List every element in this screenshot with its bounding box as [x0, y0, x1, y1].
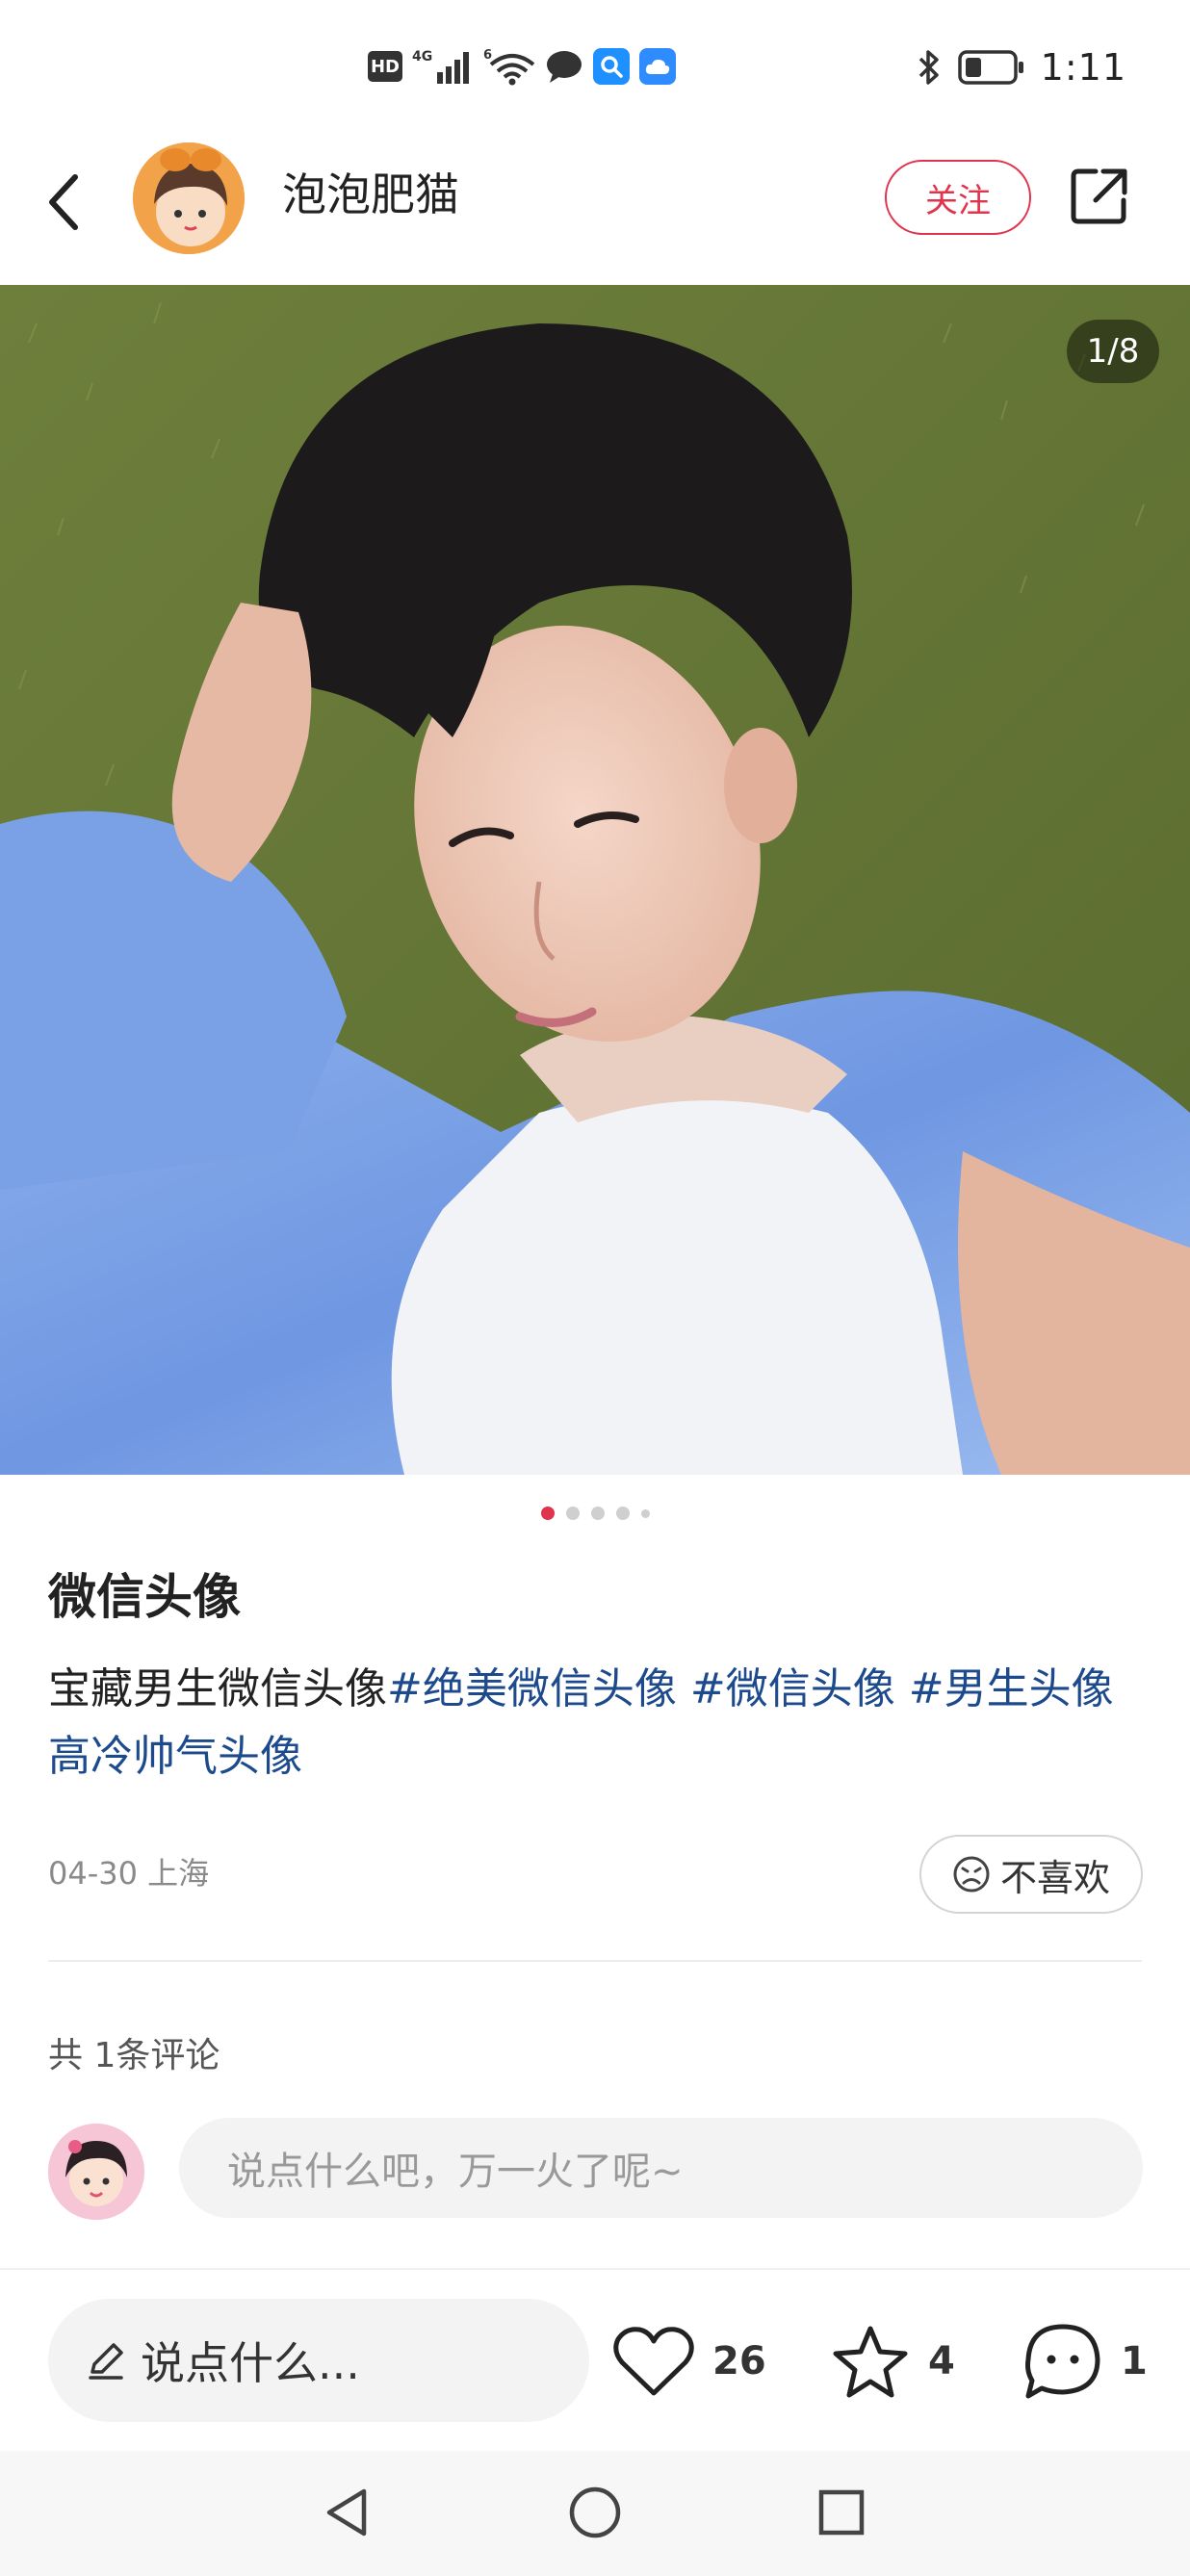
author-avatar[interactable]: [133, 142, 245, 254]
system-navigation-bar: [0, 2451, 1190, 2576]
post-title: 微信头像: [48, 1569, 241, 1625]
post-description: 宝藏男生微信头像#绝美微信头像 #微信头像 #男生头像高冷帅气头像: [48, 1656, 1146, 1790]
post-date-location: 04-30 上海: [48, 1855, 210, 1892]
share-button[interactable]: [1063, 160, 1136, 233]
hashtag-link[interactable]: #绝美微信头像: [387, 1664, 677, 1713]
post-photo: [0, 285, 1190, 1475]
pencil-icon: [89, 2343, 123, 2380]
message-bubble-icon: [547, 51, 582, 83]
cloud-app-icon: [639, 48, 676, 85]
back-arrow-icon: [49, 174, 78, 230]
like-count: 26: [712, 2339, 766, 2383]
status-icons-right: 1:11: [916, 39, 1126, 96]
nav-home-button[interactable]: [564, 2482, 626, 2543]
post-image-carousel[interactable]: 1/8: [0, 285, 1190, 1475]
carousel-dot: [615, 1507, 630, 1520]
clock-time: 1:11: [1040, 46, 1126, 89]
write-comment-label: 说点什么...: [141, 2337, 360, 2389]
write-comment-button[interactable]: 说点什么...: [48, 2299, 589, 2422]
author-name[interactable]: 泡泡肥猫: [282, 166, 459, 223]
frown-face-icon: [953, 1856, 990, 1893]
nav-back-button[interactable]: [316, 2482, 377, 2543]
comment-count-action: 1: [1121, 2339, 1148, 2383]
user-avatar: [48, 2124, 144, 2220]
svg-text:6: 6: [483, 48, 492, 63]
dislike-label: 不喜欢: [999, 1856, 1110, 1899]
comment-count: 共 1条评论: [48, 2036, 220, 2075]
triangle-back-icon: [326, 2488, 367, 2537]
signal-4g-icon: 4G: [412, 49, 469, 84]
carousel-dot: [565, 1507, 580, 1520]
content-divider: [48, 1960, 1142, 1962]
heart-icon: [613, 2327, 694, 2396]
wifi-icon: 6: [483, 48, 535, 86]
comment-button[interactable]: 1: [1022, 2318, 1148, 2405]
battery-icon: [957, 50, 1023, 85]
dislike-button[interactable]: 不喜欢: [919, 1835, 1143, 1914]
image-page-counter: 1/8: [1067, 320, 1159, 383]
hd-icon: HD: [368, 51, 402, 82]
action-bar-divider: [0, 2268, 1190, 2270]
carousel-indicator: [0, 1504, 1190, 1523]
star-icon: [833, 2326, 908, 2398]
circle-home-icon: [569, 2486, 621, 2538]
status-bar: HD 4G 6 1:11: [0, 0, 1190, 135]
nav-recents-button[interactable]: [811, 2482, 872, 2543]
status-icons-left: HD 4G 6: [368, 44, 676, 89]
svg-text:4G: 4G: [412, 49, 432, 64]
carousel-dot-active: [540, 1507, 555, 1520]
follow-button[interactable]: 关注: [885, 160, 1031, 235]
bluetooth-icon: [918, 50, 939, 85]
favorite-button[interactable]: 4: [830, 2318, 955, 2405]
comment-input[interactable]: 说点什么吧，万一火了呢~: [179, 2118, 1143, 2218]
description-text: 宝藏男生微信头像: [48, 1664, 387, 1713]
square-recents-icon: [818, 2489, 865, 2536]
like-button[interactable]: 26: [612, 2318, 766, 2405]
carousel-dot: [640, 1508, 650, 1518]
share-icon: [1071, 168, 1127, 224]
favorite-count: 4: [928, 2339, 955, 2383]
comment-bubble-icon: [1025, 2324, 1100, 2399]
carousel-dot: [590, 1507, 605, 1520]
search-app-icon: [593, 48, 630, 85]
back-button[interactable]: [35, 168, 92, 236]
hashtag-link[interactable]: #微信头像: [690, 1664, 895, 1713]
post-header: 泡泡肥猫 关注: [0, 135, 1190, 285]
